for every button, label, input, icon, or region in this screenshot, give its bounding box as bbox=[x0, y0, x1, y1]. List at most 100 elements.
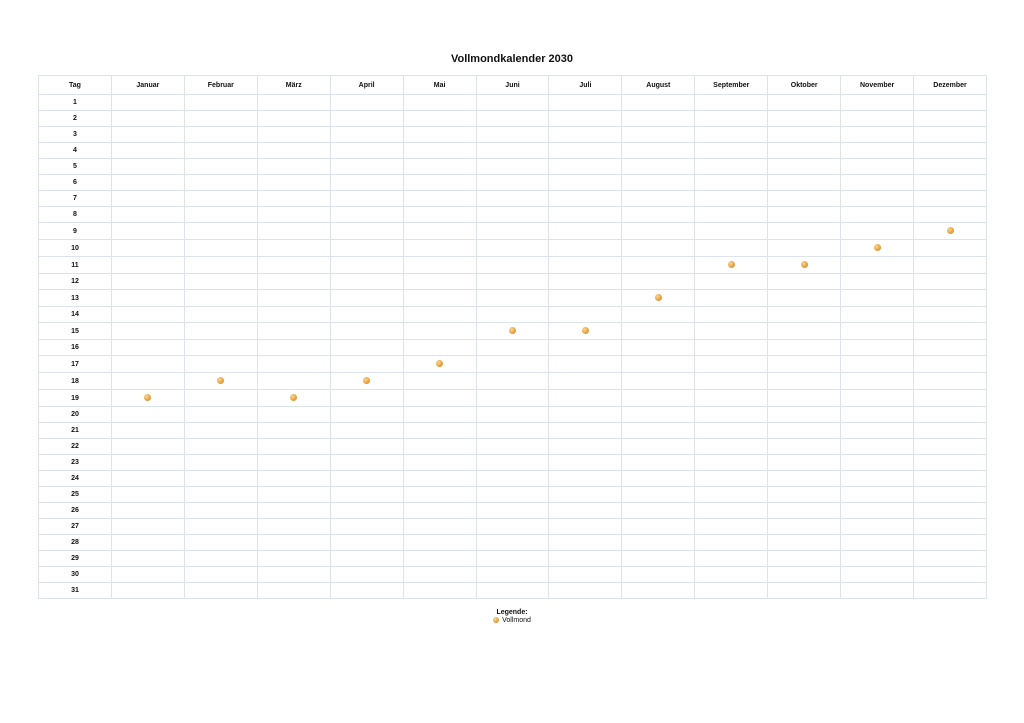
day-cell bbox=[767, 438, 842, 455]
day-cell bbox=[694, 206, 769, 223]
day-cell bbox=[548, 550, 623, 567]
day-cell bbox=[913, 454, 987, 471]
day-cell bbox=[256, 256, 331, 274]
day-cell bbox=[694, 486, 769, 503]
day-cell bbox=[548, 174, 623, 191]
day-row: 22 bbox=[38, 438, 987, 455]
day-row: 17 bbox=[38, 355, 987, 373]
day-cell bbox=[183, 454, 258, 471]
day-number: 28 bbox=[38, 534, 112, 551]
day-cell bbox=[402, 566, 477, 583]
day-cell bbox=[256, 289, 331, 307]
day-cell bbox=[548, 306, 623, 323]
day-cell bbox=[621, 289, 696, 307]
header-month: Februar bbox=[183, 75, 258, 95]
day-cell bbox=[840, 534, 915, 551]
day-number: 5 bbox=[38, 158, 112, 175]
day-cell bbox=[329, 470, 404, 487]
day-cell bbox=[767, 550, 842, 567]
day-cell bbox=[913, 339, 987, 356]
full-moon-icon bbox=[873, 244, 881, 252]
day-cell bbox=[913, 158, 987, 175]
day-cell bbox=[110, 206, 185, 223]
day-cell bbox=[402, 372, 477, 390]
day-cell bbox=[183, 566, 258, 583]
day-cell bbox=[329, 422, 404, 439]
day-cell bbox=[183, 470, 258, 487]
day-row: 13 bbox=[38, 289, 987, 307]
day-cell bbox=[548, 534, 623, 551]
day-cell bbox=[913, 126, 987, 143]
day-cell bbox=[110, 355, 185, 373]
day-cell bbox=[621, 322, 696, 340]
day-cell bbox=[110, 550, 185, 567]
calendar-body: 1 2 3 4 5 6 7 8 9 10 11 12 13 14 15 16 17 18 19 20 21 22 23 24 2… bbox=[38, 94, 987, 599]
day-cell bbox=[767, 306, 842, 323]
day-cell bbox=[621, 502, 696, 519]
day-cell bbox=[256, 550, 331, 567]
day-number: 4 bbox=[38, 142, 112, 159]
day-cell bbox=[183, 406, 258, 423]
full-moon-icon bbox=[727, 261, 735, 269]
day-cell bbox=[767, 289, 842, 307]
day-cell bbox=[694, 502, 769, 519]
day-cell bbox=[840, 126, 915, 143]
day-cell bbox=[402, 518, 477, 535]
day-cell bbox=[767, 158, 842, 175]
day-cell bbox=[110, 306, 185, 323]
day-cell bbox=[256, 239, 331, 257]
day-cell bbox=[256, 582, 331, 599]
day-cell bbox=[840, 142, 915, 159]
day-cell bbox=[402, 550, 477, 567]
day-cell bbox=[475, 406, 550, 423]
day-cell bbox=[840, 174, 915, 191]
day-number: 6 bbox=[38, 174, 112, 191]
day-cell bbox=[329, 190, 404, 207]
header-month: August bbox=[621, 75, 696, 95]
day-cell bbox=[402, 126, 477, 143]
day-cell bbox=[329, 306, 404, 323]
day-cell bbox=[913, 389, 987, 407]
day-row: 28 bbox=[38, 534, 987, 551]
day-cell bbox=[183, 518, 258, 535]
day-cell bbox=[621, 273, 696, 290]
day-cell bbox=[840, 422, 915, 439]
full-moon-calendar-table: Tag Januar Februar März April Mai Juni J… bbox=[38, 75, 987, 599]
day-cell bbox=[913, 422, 987, 439]
day-cell bbox=[183, 534, 258, 551]
day-cell bbox=[548, 406, 623, 423]
day-row: 4 bbox=[38, 142, 987, 159]
day-cell bbox=[548, 142, 623, 159]
day-cell bbox=[913, 174, 987, 191]
day-cell bbox=[767, 502, 842, 519]
day-cell bbox=[110, 406, 185, 423]
day-cell bbox=[840, 158, 915, 175]
day-cell bbox=[256, 518, 331, 535]
day-cell bbox=[840, 454, 915, 471]
day-cell bbox=[110, 454, 185, 471]
header-row: Tag Januar Februar März April Mai Juni J… bbox=[38, 75, 987, 95]
day-row: 24 bbox=[38, 470, 987, 487]
day-cell bbox=[840, 322, 915, 340]
full-moon-icon bbox=[217, 377, 225, 385]
day-number: 9 bbox=[38, 222, 112, 240]
day-cell bbox=[402, 339, 477, 356]
day-cell bbox=[110, 582, 185, 599]
day-cell bbox=[183, 389, 258, 407]
day-cell bbox=[110, 289, 185, 307]
day-row: 9 bbox=[38, 222, 987, 240]
day-cell bbox=[913, 355, 987, 373]
day-cell bbox=[548, 256, 623, 274]
day-cell bbox=[621, 222, 696, 240]
day-cell bbox=[475, 174, 550, 191]
day-cell bbox=[183, 486, 258, 503]
day-cell bbox=[621, 306, 696, 323]
day-cell bbox=[475, 470, 550, 487]
day-number: 13 bbox=[38, 289, 112, 307]
day-cell bbox=[183, 289, 258, 307]
day-cell bbox=[183, 438, 258, 455]
day-cell bbox=[913, 502, 987, 519]
day-cell bbox=[329, 239, 404, 257]
day-cell bbox=[767, 534, 842, 551]
day-row: 27 bbox=[38, 518, 987, 535]
